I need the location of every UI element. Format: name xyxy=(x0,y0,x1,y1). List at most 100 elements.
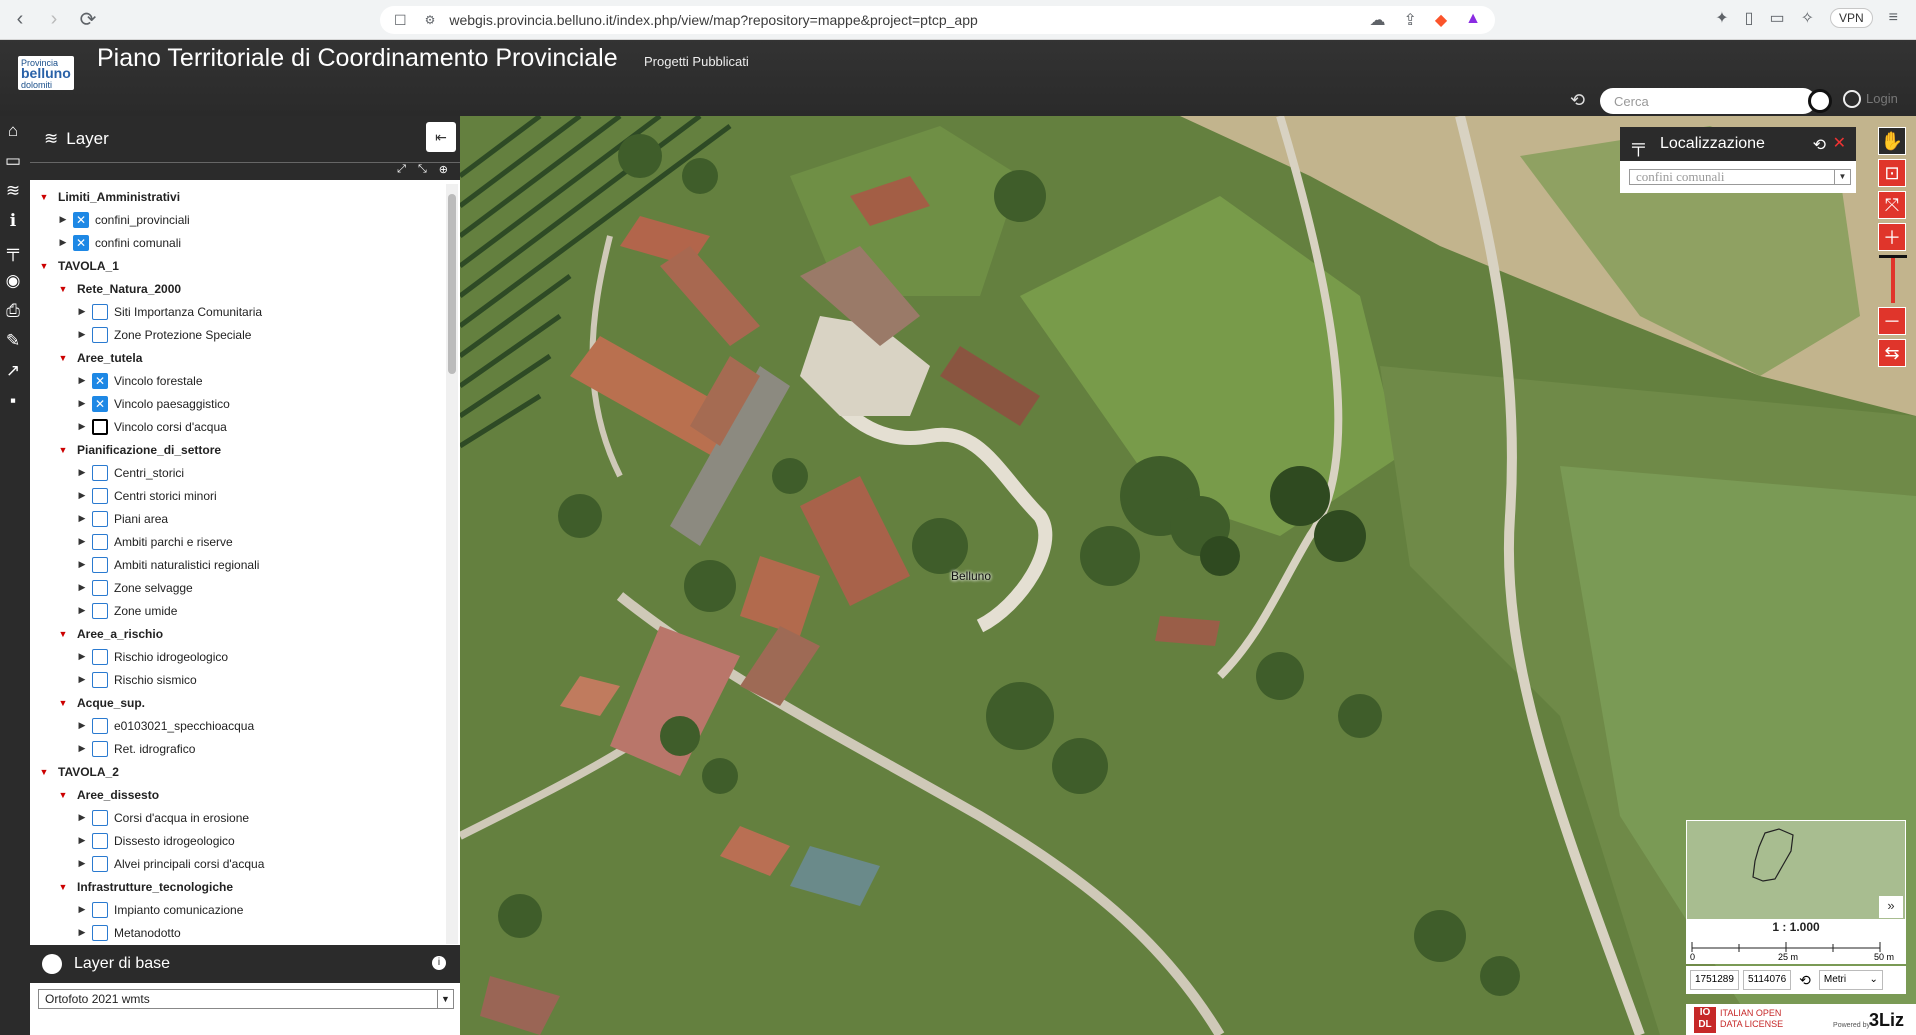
collapsed-caret-icon[interactable]: ▶ xyxy=(76,835,88,846)
layer-tree-row[interactable]: ▶ Zone selvagge xyxy=(30,576,460,599)
layer-label[interactable]: Aree_dissesto xyxy=(77,788,159,802)
layer-tree-row[interactable]: ▶ ✕ Vincolo forestale xyxy=(30,369,460,392)
layer-label[interactable]: Rischio idrogeologico xyxy=(114,650,228,664)
info-icon[interactable]: ℹ xyxy=(0,206,26,236)
layer-label[interactable]: Zone selvagge xyxy=(114,581,193,595)
layer-label[interactable]: Aree_tutela xyxy=(77,351,142,365)
layer-label[interactable]: Infrastrutture_tecnologiche xyxy=(77,880,233,894)
collapsed-caret-icon[interactable]: ▶ xyxy=(76,490,88,501)
brave-shield-icon[interactable]: ◆ xyxy=(1435,10,1447,30)
layer-checkbox[interactable]: ✕ xyxy=(73,234,89,251)
layer-tree-row[interactable]: ▶ Corsi d'acqua in erosione xyxy=(30,806,460,829)
brave-rewards-icon[interactable]: ▲ xyxy=(1465,10,1481,30)
site-info-icon[interactable]: ⚙ xyxy=(425,13,436,27)
layer-checkbox[interactable] xyxy=(92,579,108,596)
chevron-down-icon[interactable]: ⌄ xyxy=(1869,971,1877,989)
licence-text[interactable]: ITALIAN OPEN DATA LICENSE xyxy=(1720,1008,1783,1030)
leo-icon[interactable]: ✧ xyxy=(1801,8,1814,28)
expand-caret-icon[interactable]: ▼ xyxy=(38,767,50,777)
layer-tree-row[interactable]: ▶ Impianto comunicazione xyxy=(30,898,460,921)
layer-label[interactable]: Zone Protezione Speciale xyxy=(114,328,251,342)
layer-checkbox[interactable] xyxy=(92,418,108,435)
layer-tree-row[interactable]: ▶ ✕ Vincolo paesaggistico xyxy=(30,392,460,415)
layer-tree-row[interactable]: ▼ Acque_sup. xyxy=(30,691,460,714)
collapsed-caret-icon[interactable]: ▶ xyxy=(76,651,88,662)
url-text[interactable]: webgis.provincia.belluno.it/index.php/vi… xyxy=(449,12,977,28)
layer-tree-row[interactable]: ▼ Aree_a_rischio xyxy=(30,622,460,645)
layer-tree-row[interactable]: ▶ Ambiti parchi e riserve xyxy=(30,530,460,553)
collapsed-caret-icon[interactable]: ▶ xyxy=(76,513,88,524)
layer-checkbox[interactable] xyxy=(92,809,108,826)
layer-checkbox[interactable] xyxy=(92,533,108,550)
layer-tree-row[interactable]: ▶ Alvei principali corsi d'acqua xyxy=(30,852,460,875)
layer-checkbox[interactable]: ✕ xyxy=(73,211,89,228)
layer-checkbox[interactable] xyxy=(92,303,108,320)
collapsed-caret-icon[interactable]: ▶ xyxy=(57,214,69,225)
collapsed-caret-icon[interactable]: ▶ xyxy=(76,904,88,915)
address-bar[interactable]: ☐ ⚙ webgis.provincia.belluno.it/index.ph… xyxy=(380,6,1495,34)
layer-label[interactable]: Aree_a_rischio xyxy=(77,627,163,641)
localizzazione-select[interactable]: confini comunali ▼ xyxy=(1629,169,1851,185)
overview-map[interactable] xyxy=(1686,820,1906,920)
layer-tree-row[interactable]: ▼ Aree_dissesto xyxy=(30,783,460,806)
chevron-down-icon[interactable]: ▼ xyxy=(437,990,453,1008)
layer-tree-row[interactable]: ▶ Rischio sismico xyxy=(30,668,460,691)
layer-label[interactable]: TAVOLA_2 xyxy=(58,765,119,779)
provincia-belluno-logo[interactable]: Provincia belluno dolomiti xyxy=(18,56,74,90)
collapsed-caret-icon[interactable]: ▶ xyxy=(76,858,88,869)
zoom-layer-icon[interactable]: ⊕ xyxy=(439,163,448,180)
iodl-logo[interactable]: IO DL xyxy=(1694,1007,1716,1033)
layer-label[interactable]: Corsi d'acqua in erosione xyxy=(114,811,249,825)
reload-icon[interactable]: ⟳ xyxy=(74,6,102,34)
collapsed-caret-icon[interactable]: ▶ xyxy=(57,237,69,248)
layer-checkbox[interactable] xyxy=(92,556,108,573)
layer-tree-scrollbar[interactable] xyxy=(446,184,458,944)
layer-tree-row[interactable]: ▶ Rischio idrogeologico xyxy=(30,645,460,668)
search-input[interactable]: Cerca xyxy=(1600,88,1816,114)
collapsed-caret-icon[interactable]: ▶ xyxy=(76,375,88,386)
zoom-box-icon[interactable]: ⊡ xyxy=(1878,159,1906,187)
layer-checkbox[interactable] xyxy=(92,648,108,665)
layer-label[interactable]: Alvei principali corsi d'acqua xyxy=(114,857,264,871)
layer-label[interactable]: e0103021_specchioacqua xyxy=(114,719,254,733)
layer-checkbox[interactable] xyxy=(92,832,108,849)
layer-label[interactable]: Ambiti naturalistici regionali xyxy=(114,558,259,572)
layer-tree-row[interactable]: ▶ Zone umide xyxy=(30,599,460,622)
close-icon[interactable]: ✕ xyxy=(1833,133,1846,153)
layer-label[interactable]: Metanodotto xyxy=(114,926,181,940)
layer-label[interactable]: confini comunali xyxy=(95,236,181,250)
layer-tree-row[interactable]: ▶ Centri_storici xyxy=(30,461,460,484)
collapsed-caret-icon[interactable]: ▶ xyxy=(76,674,88,685)
layer-checkbox[interactable] xyxy=(92,740,108,757)
layer-tree-row[interactable]: ▶ e0103021_specchioacqua xyxy=(30,714,460,737)
layer-checkbox[interactable] xyxy=(92,717,108,734)
expand-caret-icon[interactable]: ▼ xyxy=(57,445,69,455)
collapsed-caret-icon[interactable]: ▶ xyxy=(76,536,88,547)
expand-caret-icon[interactable]: ▼ xyxy=(57,882,69,892)
scrollbar-thumb[interactable] xyxy=(448,194,456,374)
layer-label[interactable]: Rete_Natura_2000 xyxy=(77,282,181,296)
share-icon[interactable]: ⇪ xyxy=(1403,10,1416,30)
layers-icon[interactable]: ≋ xyxy=(0,176,26,206)
folder-icon[interactable]: ▭ xyxy=(0,146,26,176)
vpn-button[interactable]: VPN xyxy=(1829,8,1873,28)
zoom-slider-knob[interactable] xyxy=(1879,255,1907,258)
collapsed-caret-icon[interactable]: ▶ xyxy=(76,467,88,478)
3liz-logo[interactable]: 3Liz xyxy=(1869,1010,1904,1031)
layer-tree-row[interactable]: ▼ Limiti_Amministrativi xyxy=(30,185,460,208)
collapse-all-icon[interactable]: ⤡ xyxy=(418,163,427,180)
layer-label[interactable]: Centri_storici xyxy=(114,466,184,480)
layer-label[interactable]: confini_provinciali xyxy=(95,213,190,227)
layer-tree-row[interactable]: ▶ Centri storici minori xyxy=(30,484,460,507)
layer-label[interactable]: Limiti_Amministrativi xyxy=(58,190,180,204)
zoom-slider[interactable] xyxy=(1879,255,1907,303)
projects-link[interactable]: Progetti Pubblicati xyxy=(644,54,749,69)
wallet-icon[interactable]: ▭ xyxy=(1769,8,1784,28)
power-icon[interactable] xyxy=(1843,90,1861,108)
layer-label[interactable]: Zone umide xyxy=(114,604,177,618)
layer-tree-row[interactable]: ▶ Ret. idrografico xyxy=(30,737,460,760)
layer-checkbox[interactable] xyxy=(92,326,108,343)
layer-checkbox[interactable] xyxy=(92,855,108,872)
cloud-icon[interactable]: ☁ xyxy=(1369,10,1385,30)
layer-label[interactable]: Rischio sismico xyxy=(114,673,197,687)
